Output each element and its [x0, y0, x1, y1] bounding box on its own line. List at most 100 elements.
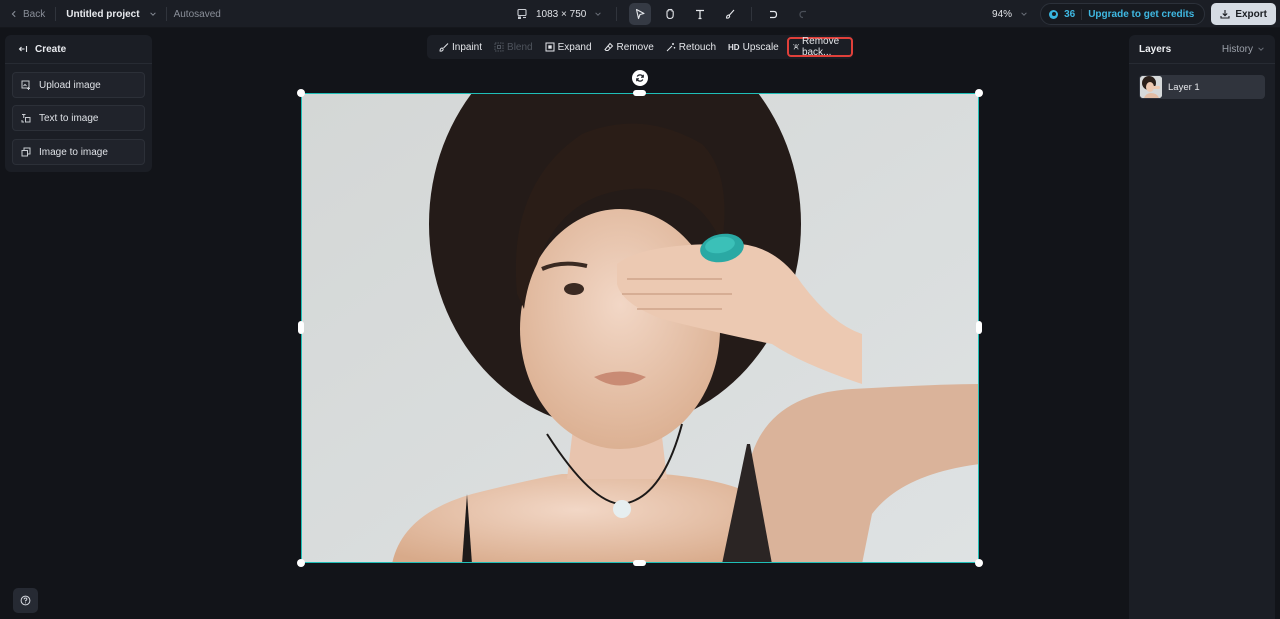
layers-panel-header: Layers History	[1129, 35, 1275, 64]
redo-icon	[799, 10, 807, 19]
zoom-dropdown[interactable]: 94%	[992, 9, 1028, 20]
layer-label: Layer 1	[1168, 81, 1200, 93]
resize-handle-left[interactable]	[298, 321, 304, 334]
expand-button[interactable]: Expand	[539, 37, 598, 57]
credits-coin-icon	[1049, 9, 1059, 19]
blend-label: Blend	[507, 41, 533, 53]
export-button[interactable]: Export	[1211, 3, 1276, 25]
layer-item[interactable]: Layer 1	[1139, 75, 1265, 99]
canvas-size-dropdown[interactable]: 1083 × 750	[516, 8, 602, 20]
blend-button[interactable]: Blend	[488, 37, 539, 57]
save-status: Autosaved	[173, 8, 221, 20]
divider	[55, 7, 57, 21]
top-bar-left: Back Untitled project Autosaved	[10, 0, 221, 28]
remove-background-icon	[792, 44, 799, 50]
text-tool-button[interactable]	[689, 3, 711, 25]
collapse-left-icon	[18, 46, 28, 52]
brush-icon	[726, 9, 735, 19]
undo-icon	[770, 10, 778, 19]
upload-image-icon	[21, 80, 30, 90]
top-bar-center: 1083 × 750	[516, 0, 818, 28]
image-to-image-icon	[21, 147, 31, 157]
resize-handle-top-left[interactable]	[297, 89, 305, 97]
upload-image-button[interactable]: Upload image	[12, 72, 145, 98]
hand-tool-button[interactable]	[659, 3, 681, 25]
image-to-image-label: Image to image	[39, 146, 108, 158]
retouch-label: Retouch	[678, 41, 717, 53]
layers-panel: Layers History Layer 1	[1129, 35, 1275, 619]
history-label: History	[1221, 43, 1253, 55]
expand-label: Expand	[557, 41, 592, 53]
resize-handle-right[interactable]	[976, 321, 982, 334]
upscale-button[interactable]: HD Upscale	[722, 37, 785, 57]
remove-label: Remove	[616, 41, 654, 53]
divider	[751, 7, 753, 21]
top-bar: Back Untitled project Autosaved 1083 × 7…	[0, 0, 1280, 28]
zoom-level: 94%	[992, 8, 1013, 20]
chevron-down-icon	[1258, 47, 1264, 51]
retouch-button[interactable]: Retouch	[660, 37, 722, 57]
upscale-label: Upscale	[742, 41, 779, 53]
credits-upgrade-button[interactable]: 36 Upgrade to get credits	[1040, 3, 1206, 25]
project-name: Untitled project	[66, 8, 140, 20]
cursor-icon	[636, 8, 645, 20]
help-button[interactable]	[13, 588, 38, 613]
back-button[interactable]: Back	[10, 9, 45, 20]
divider	[165, 7, 167, 21]
remove-background-label: Remove back...	[801, 36, 840, 58]
create-panel-title: Create	[35, 43, 67, 55]
resize-handle-top[interactable]	[633, 90, 646, 96]
brush-tool-button[interactable]	[719, 3, 741, 25]
rotate-icon	[636, 74, 644, 82]
chevron-left-icon	[11, 10, 16, 18]
canvas-size: 1083 × 750	[536, 8, 587, 20]
resize-handle-bottom-right[interactable]	[975, 559, 983, 567]
inpaint-label: Inpaint	[452, 41, 483, 53]
divider	[1081, 8, 1083, 20]
create-panel-header[interactable]: Create	[5, 35, 152, 64]
expand-icon	[545, 42, 555, 52]
chevron-down-icon	[1021, 12, 1027, 16]
back-label: Back	[23, 8, 46, 20]
text-to-image-icon	[21, 114, 31, 123]
top-bar-right: 94% 36 Upgrade to get credits Export	[992, 0, 1280, 28]
resize-handle-top-right[interactable]	[975, 89, 983, 97]
eraser-icon	[603, 42, 613, 51]
chevron-down-icon	[595, 12, 602, 16]
upgrade-label: Upgrade to get credits	[1088, 8, 1195, 20]
project-name-dropdown[interactable]: Untitled project	[66, 9, 156, 20]
portrait-photo	[302, 94, 978, 562]
inpaint-button[interactable]: Inpaint	[433, 37, 488, 57]
layers-title: Layers	[1139, 43, 1172, 55]
chevron-down-icon	[149, 12, 156, 16]
layer-thumbnail	[1140, 76, 1162, 98]
divider	[616, 7, 618, 21]
export-label: Export	[1235, 8, 1267, 20]
hd-icon: HD	[728, 42, 740, 52]
blend-icon	[494, 42, 504, 52]
remove-button[interactable]: Remove	[598, 37, 660, 57]
history-dropdown[interactable]: History	[1222, 44, 1265, 55]
canvas-image-layer[interactable]	[301, 93, 979, 563]
upload-image-label: Upload image	[39, 79, 101, 91]
rotate-handle[interactable]	[632, 70, 648, 86]
magic-wand-icon	[666, 43, 676, 52]
text-to-image-button[interactable]: Text to image	[12, 105, 145, 131]
text-icon	[696, 9, 705, 20]
inpaint-icon	[439, 43, 449, 52]
create-panel: Create Upload image Text to image Image …	[5, 35, 152, 172]
hand-icon	[666, 8, 675, 20]
download-icon	[1220, 10, 1230, 19]
credits-count: 36	[1064, 8, 1076, 20]
select-tool-button[interactable]	[629, 3, 652, 25]
text-to-image-label: Text to image	[39, 112, 99, 124]
help-icon	[20, 595, 31, 606]
remove-background-button[interactable]: Remove back...	[786, 36, 853, 58]
resize-icon	[517, 8, 527, 19]
image-actions-toolbar: Inpaint Blend Expand Remove Retouch HD U…	[427, 35, 853, 59]
redo-button[interactable]	[792, 3, 814, 25]
image-to-image-button[interactable]: Image to image	[12, 139, 145, 165]
resize-handle-bottom[interactable]	[633, 560, 646, 566]
resize-handle-bottom-left[interactable]	[297, 559, 305, 567]
undo-button[interactable]	[762, 3, 784, 25]
